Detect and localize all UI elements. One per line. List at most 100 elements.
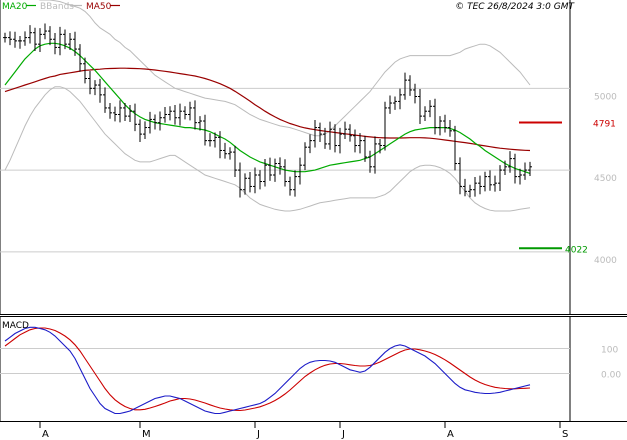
ma20-line [4, 42, 531, 174]
macd-signal-line [4, 327, 531, 412]
legend-bbands-label: BBands [40, 2, 74, 12]
price-bar [88, 70, 92, 95]
price-bar [238, 162, 242, 198]
price-bar [223, 142, 227, 159]
price-bar [18, 35, 22, 49]
price-bar [388, 95, 392, 114]
price-bar [108, 103, 112, 119]
price-bar [248, 172, 252, 193]
price-y-tick-label: 4500 [594, 174, 617, 184]
price-bar [48, 26, 52, 46]
price-bar [113, 106, 117, 122]
price-bar [478, 175, 482, 195]
legend-ma50-label: MA50 [86, 2, 112, 12]
price-bar [473, 176, 477, 197]
price-y-tick-label: 4000 [594, 256, 617, 266]
price-bar [408, 75, 412, 96]
price-bar [158, 111, 162, 131]
price-bar [508, 151, 512, 173]
price-bar [198, 116, 202, 131]
price-bar [178, 103, 182, 126]
x-tick-label: A [447, 429, 454, 440]
price-bar [28, 25, 32, 44]
price-bar [93, 80, 97, 96]
price-bar [8, 31, 12, 46]
price-bar [353, 129, 357, 153]
price-bar [493, 175, 497, 192]
price-bar [393, 96, 397, 110]
price-bar [228, 147, 232, 160]
price-bar [13, 31, 17, 48]
price-bar [398, 88, 402, 110]
price-bar [483, 171, 487, 192]
macd-panel-title: MACD [2, 321, 29, 331]
support-level-label: 4022 [565, 245, 588, 255]
price-bar [258, 170, 262, 190]
price-bar [303, 142, 307, 171]
price-bar [308, 134, 312, 154]
price-bar [253, 167, 257, 194]
price-panel-frame [0, 0, 627, 315]
price-bar [78, 44, 82, 72]
price-bar [43, 23, 47, 40]
moving-averages [4, 42, 531, 174]
grid-lines [0, 87, 570, 374]
price-bar [3, 32, 7, 43]
x-tick-label: A [42, 429, 49, 440]
price-bar [188, 101, 192, 121]
price-bar [233, 145, 237, 177]
price-bar [288, 176, 292, 196]
price-bar [168, 106, 172, 121]
price-bar [348, 124, 352, 142]
price-bar [418, 88, 422, 124]
price-bar [143, 121, 147, 140]
price-bar [173, 104, 177, 125]
price-bar [118, 100, 122, 123]
x-tick-label: J [341, 429, 345, 440]
price-bar [343, 121, 347, 140]
resistance-level-label: 4791 [593, 119, 616, 129]
price-bar [268, 157, 272, 181]
price-bar [183, 106, 187, 120]
ma50-line [4, 67, 531, 152]
macd-panel-frame [0, 316, 627, 422]
price-bar [423, 106, 427, 122]
price-bar [298, 157, 302, 185]
price-bar [498, 165, 502, 192]
price-y-tick-label: 5000 [594, 92, 617, 102]
macd-lines [4, 326, 531, 415]
chart-svg: 4791 4022 4000 4500 5000 100 0.00 A M J J A S MA20… [0, 0, 627, 440]
price-bars [3, 23, 532, 198]
price-bar [313, 120, 317, 148]
price-bar [453, 125, 457, 171]
price-bar [428, 100, 432, 118]
price-bar [438, 116, 442, 136]
price-bar [278, 157, 282, 175]
price-bar [148, 111, 152, 134]
legend-ma20-label: MA20 [2, 2, 28, 12]
price-bar [413, 83, 417, 104]
price-bar [328, 121, 332, 150]
price-bar [443, 114, 447, 133]
macd-line [4, 326, 531, 415]
price-bar [338, 127, 342, 154]
price-bar [488, 170, 492, 191]
price-bar [318, 122, 322, 142]
price-y-axis: 4000 4500 5000 100 0.00 [594, 92, 621, 380]
x-tick-label: S [562, 429, 568, 440]
bollinger-bands [4, 0, 531, 212]
price-bar [208, 133, 212, 147]
x-tick-label: J [256, 429, 260, 440]
x-tick-label: M [142, 429, 151, 440]
price-bar [138, 119, 142, 142]
price-bar [293, 170, 297, 197]
price-bar [58, 26, 62, 56]
price-bar [283, 159, 287, 187]
price-bar [403, 72, 407, 100]
macd-y-tick-label: 100 [601, 346, 618, 356]
macd-y-tick-label: 0.00 [601, 371, 621, 381]
price-bar [433, 98, 437, 135]
source-timestamp: © TEC 26/8/2024 3:0 GMT [455, 2, 575, 12]
bbands-upper-line [5, 0, 531, 137]
price-bar [383, 101, 387, 151]
